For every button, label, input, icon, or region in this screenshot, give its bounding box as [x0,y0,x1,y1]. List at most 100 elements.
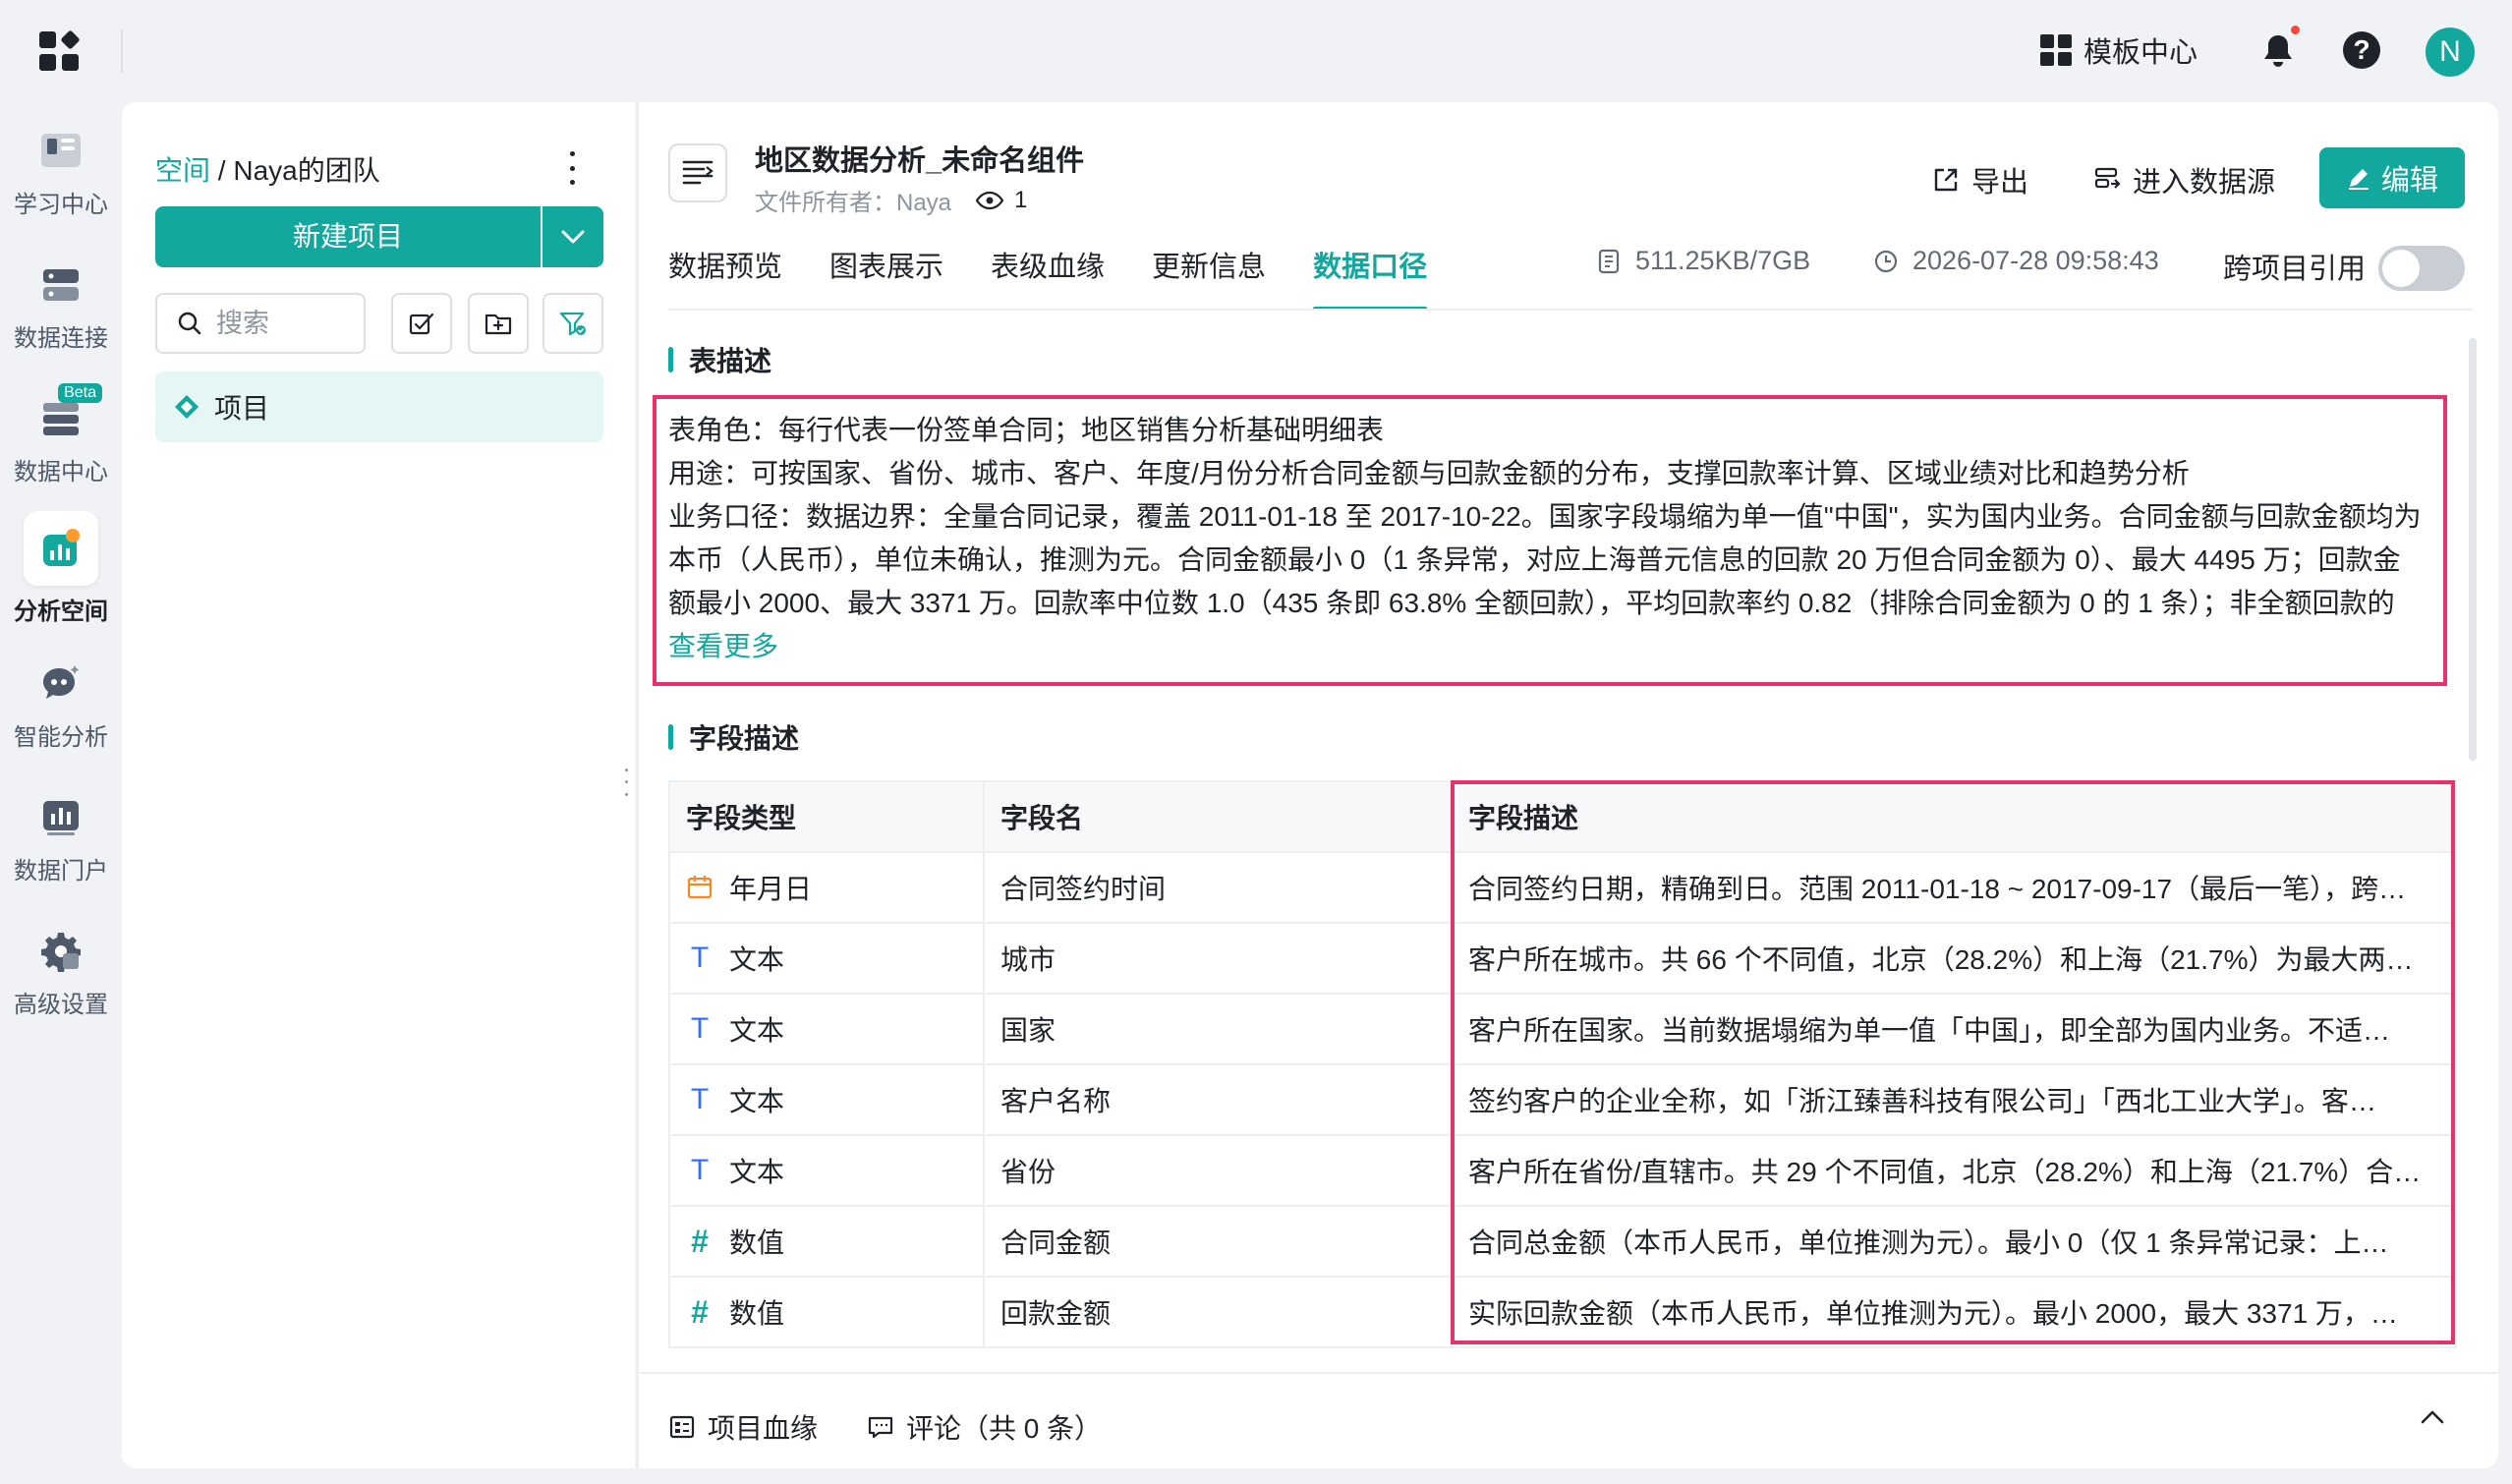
storage-icon [1598,249,1620,273]
user-avatar[interactable]: N [2426,28,2475,77]
table-row[interactable]: T 文本 城市 客户所在城市。共 66 个不同值，北京（28.2%）和上海（21.… [668,922,2457,995]
template-center-label: 模板中心 [2084,37,2198,69]
scrollbar-thumb[interactable] [2469,338,2477,761]
project-item-label: 项目 [214,393,270,424]
new-project-dropdown-button[interactable] [542,206,603,267]
table-row[interactable]: # 数值 回款金额 实际回款金额（本币人民币，单位推测为元）。最小 2000，最大… [668,1276,2457,1348]
breadcrumb-separator: / [210,155,234,186]
analysis-space-icon [24,511,98,586]
field-desc-cell: 合同总金额（本币人民币，单位推测为元）。最小 0（仅 1 条异常记录：上… [1451,1205,2457,1278]
field-name-cell: 合同金额 [983,1205,1453,1278]
toggle-knob [2382,250,2420,287]
storage-size: 511.25KB/7GB [1596,246,1810,276]
tab-data-preview[interactable]: 数据预览 [668,242,782,311]
project-lineage-button[interactable]: 项目血缘 [668,1407,818,1447]
nav-item-analysis-space[interactable]: 分析空间 [0,511,122,626]
comments-button[interactable]: 评论（共 0 条） [867,1407,1102,1447]
text-type-icon: T [690,1154,710,1186]
field-desc-cell: 客户所在国家。当前数据塌缩为单一值「中国」，即全部为国内业务。不适… [1451,993,2457,1065]
new-project-button[interactable]: 新建项目 [155,206,541,267]
project-panel: 空间 / Naya的团队 新建项目 项目 [122,102,635,1468]
top-bar: 模板中心 ? N [0,0,2512,102]
update-time: 2026-07-28 09:58:43 [1873,246,2159,276]
tab-table-lineage[interactable]: 表级血缘 [991,242,1105,311]
table-usage-line: 用途：可按国家、省份、城市、客户、年度/月份分析合同金额与回款金额的分布，支撑回… [668,458,2190,488]
table-row[interactable]: T 文本 国家 客户所在国家。当前数据塌缩为单一值「中国」，即全部为国内业务。不适… [668,993,2457,1065]
nav-item-data-center[interactable]: Beta 数据中心 [0,383,122,486]
field-description-title: 字段描述 [689,723,800,754]
tab-data-definition[interactable]: 数据口径 [1313,242,1428,311]
calendar-icon [687,876,713,899]
section-marker [668,347,673,372]
storage-size-value: 511.25KB/7GB [1635,246,1811,275]
help-icon[interactable]: ? [2343,31,2380,69]
edit-label: 编辑 [2380,165,2438,197]
enter-datasource-label: 进入数据源 [2133,167,2276,199]
text-type-icon: T [690,1083,710,1115]
field-type-cell: T 文本 [668,993,985,1065]
field-name-cell: 合同签约时间 [983,851,1453,924]
nav-label: 数据中心 [14,459,108,485]
enter-datasource-button[interactable]: 进入数据源 [2093,159,2275,200]
datasource-icon [2094,167,2121,189]
ai-analysis-icon [33,656,88,712]
project-tree-item[interactable]: 项目 [155,371,603,442]
number-type-icon: # [691,1293,709,1330]
data-center-icon: Beta [33,383,102,446]
field-type-label: 数值 [729,1298,785,1329]
business-definition-line: 本币（人民币），单位未确认，推测为元。合同金额最小 0（1 条异常，对应上海普元… [668,544,2401,575]
template-center-button[interactable]: 模板中心 [2040,29,2198,71]
multi-select-button[interactable] [391,293,452,354]
search-box[interactable] [155,293,366,354]
field-desc-cell: 客户所在省份/直辖市。共 29 个不同值，北京（28.2%）和上海（21.7%）… [1451,1134,2457,1207]
breadcrumb-space-link[interactable]: 空间 [155,155,210,186]
field-name-cell: 省份 [983,1134,1453,1207]
view-more-link[interactable]: 查看更多 [668,631,778,661]
cross-project-ref-toggle[interactable] [2378,246,2465,291]
nav-label: 数据门户 [14,858,108,885]
notification-dot [2291,26,2300,34]
chevron-down-icon [561,230,585,244]
field-description-table: 字段类型 字段名 字段描述 年月日 合同签约时间 合同签约日期，精确到日。范围 … [668,780,2457,1348]
table-description-heading: 表描述 [668,340,771,379]
table-description-box: 表角色：每行代表一份签单合同；地区销售分析基础明细表 用途：可按国家、省份、城市… [653,395,2447,686]
breadcrumb-team[interactable]: Naya的团队 [233,155,379,186]
nav-item-advanced-settings[interactable]: 高级设置 [0,924,122,1019]
export-label: 导出 [1971,167,2029,199]
field-desc-cell: 签约客户的企业全称，如「浙江臻善科技有限公司」「西北工业大学」。客… [1451,1063,2457,1136]
tab-update-info[interactable]: 更新信息 [1152,242,1266,311]
section-marker [668,724,673,750]
edit-button[interactable]: 编辑 [2319,147,2465,208]
table-row[interactable]: T 文本 省份 客户所在省份/直辖市。共 29 个不同值，北京（28.2%）和上海… [668,1134,2457,1207]
filter-button[interactable] [542,293,603,354]
table-row[interactable]: 年月日 合同签约时间 合同签约日期，精确到日。范围 2011-01-18 ~ 2… [668,851,2457,924]
new-folder-button[interactable] [468,293,529,354]
nav-label: 高级设置 [14,992,108,1018]
nav-item-data-portal[interactable]: 数据门户 [0,790,122,885]
breadcrumb: 空间 / Naya的团队 [155,149,380,189]
filter-icon [559,312,586,336]
nav-label: 学习中心 [14,192,108,218]
export-icon [1934,168,1958,192]
app-logo-icon[interactable] [39,29,81,71]
document-owner: 文件所有者：Naya [755,190,952,216]
tab-chart-display[interactable]: 图表展示 [829,242,943,311]
more-options-icon[interactable] [560,151,584,185]
notification-bell-icon[interactable] [2258,26,2300,71]
nav-item-ai-analysis[interactable]: 智能分析 [0,656,122,752]
business-definition-line: 业务口径：数据边界：全量合同记录，覆盖 2011-01-18 至 2017-10… [668,501,2422,532]
export-button[interactable]: 导出 [1932,159,2028,200]
table-row[interactable]: T 文本 客户名称 签约客户的企业全称，如「浙江臻善科技有限公司」「西北工业大学」… [668,1063,2457,1136]
field-type-label: 数值 [729,1227,785,1258]
nav-item-learning-center[interactable]: 学习中心 [0,124,122,219]
collapse-chevron-up-icon[interactable] [2420,1409,2445,1430]
field-name-cell: 回款金额 [983,1276,1453,1348]
document-meta: 文件所有者：Naya 1 [755,183,1027,217]
table-row[interactable]: # 数值 合同金额 合同总金额（本币人民币，单位推测为元）。最小 0（仅 1 条异… [668,1205,2457,1278]
project-diamond-icon [175,395,199,419]
search-input[interactable] [216,308,354,339]
tab-bar: 数据预览 图表展示 表级血缘 更新信息 数据口径 [668,242,1428,311]
column-header-field-name: 字段名 [983,780,1453,853]
field-description-heading: 字段描述 [668,717,799,757]
nav-item-data-connect[interactable]: 数据连接 [0,257,122,353]
